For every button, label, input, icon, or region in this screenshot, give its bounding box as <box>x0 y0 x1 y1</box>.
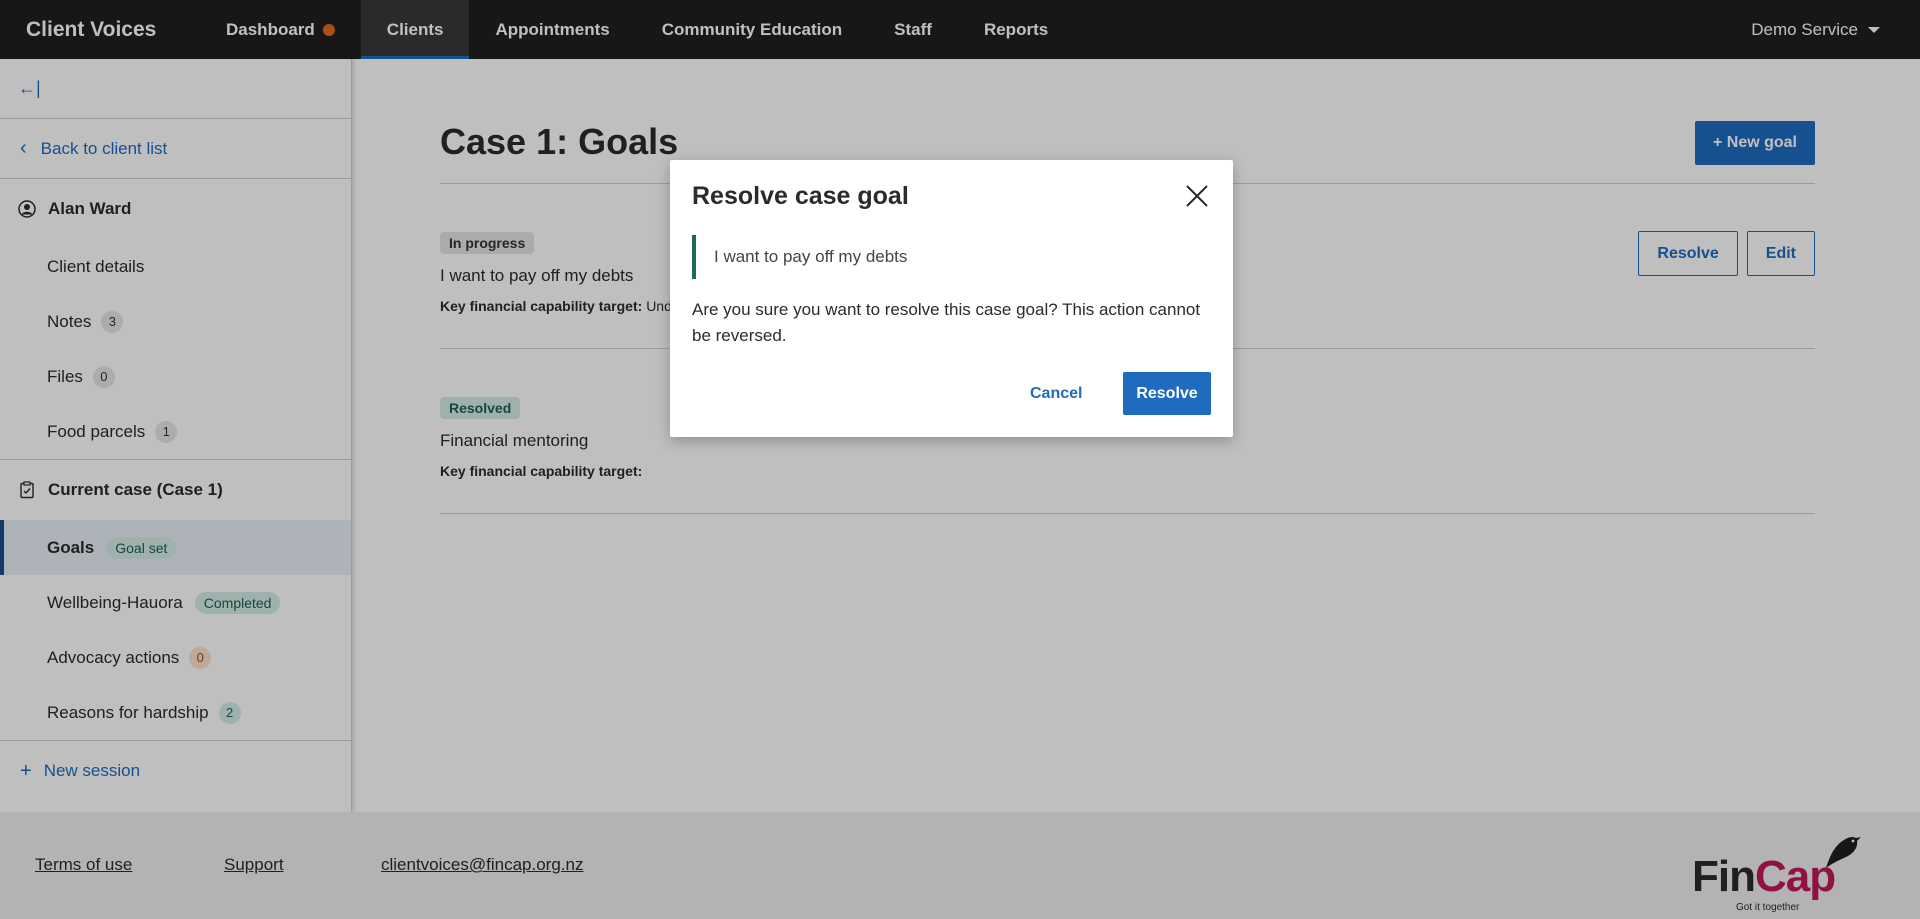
close-icon[interactable] <box>1183 182 1211 210</box>
confirm-resolve-button[interactable]: Resolve <box>1123 372 1211 415</box>
resolve-goal-dialog: Resolve case goal I want to pay off my d… <box>670 160 1233 437</box>
dialog-message: Are you sure you want to resolve this ca… <box>692 300 1201 345</box>
modal-backdrop[interactable] <box>0 0 1920 919</box>
goal-quote: I want to pay off my debts <box>692 235 1211 279</box>
dialog-title: Resolve case goal <box>692 182 909 210</box>
cancel-button[interactable]: Cancel <box>1018 372 1094 416</box>
